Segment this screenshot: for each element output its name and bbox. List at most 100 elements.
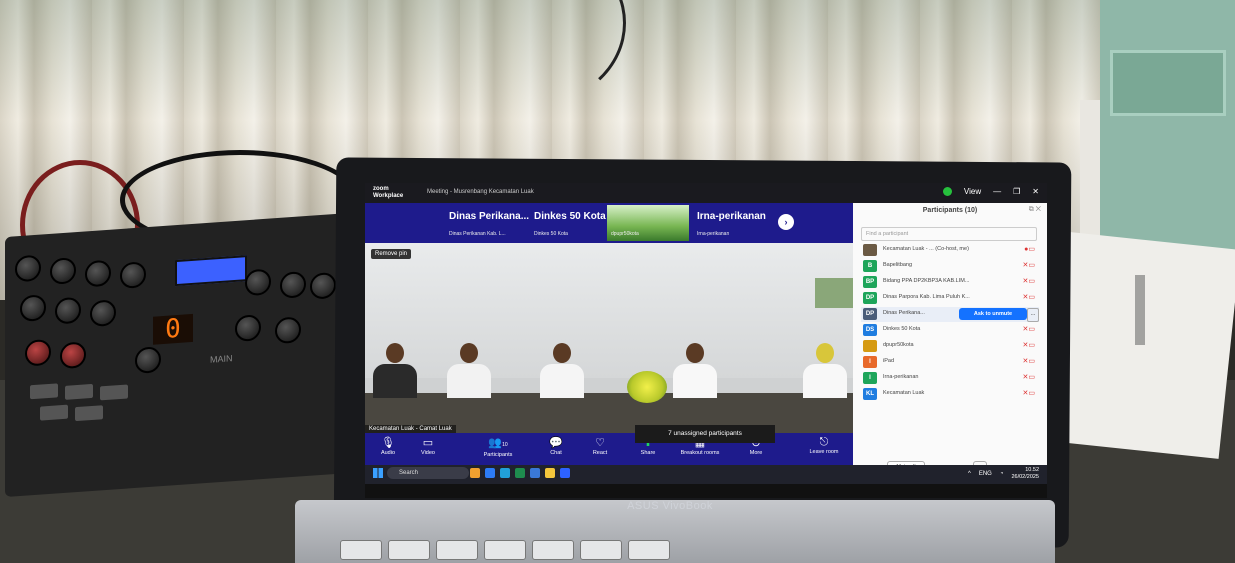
avatar: DP [863,308,877,320]
mic-muted-icon: ✕▭ [1022,262,1035,269]
app-icon[interactable] [515,468,525,478]
app-icon[interactable] [500,468,510,478]
person-body [447,364,491,398]
mic-muted-icon: ✕▭ [1022,294,1035,301]
video-tile[interactable]: dpupr50kota [607,205,689,241]
ask-to-unmute-button[interactable]: Ask to unmute [959,308,1027,320]
mixer-knob [25,338,51,367]
participant-row[interactable]: Kecamatan Luak - ... (Co-host, me) ●▭ [861,243,1039,258]
shield-icon[interactable] [942,187,952,196]
participant-name: Bidang PPA DP2KBP3A KAB.LIM... [883,278,970,284]
person-body [540,364,584,398]
mixer-knob [120,261,146,290]
titlebar-controls: View — ❐ ✕ [942,187,1039,196]
tile-subname: Dinkes 50 Kota [534,231,568,237]
participant-row[interactable]: I Irna-perikanan ✕▭ [861,371,1039,386]
avatar: KL [863,388,877,400]
mixer-knob [245,268,271,297]
speaker-name-tag: Kecamatan Luak - Camat Luak [365,425,456,433]
zoom-app-icon[interactable] [560,468,570,478]
app-icon[interactable] [470,468,480,478]
room-wall [365,243,853,378]
windows-start-icon[interactable] [373,468,383,478]
key [388,540,430,560]
close-icon[interactable]: ✕ [1032,187,1039,196]
participant-name: dpupr50kota [883,342,914,348]
chat-button[interactable]: 💬 Chat [533,436,579,456]
video-tile[interactable]: Irna-perikanan Irna-perikanan [693,205,773,241]
restore-icon[interactable]: ❐ [1013,187,1020,196]
participant-row[interactable]: dpupr50kota ✕▭ [861,339,1039,354]
remove-pin-button[interactable]: Remove pin [371,249,412,259]
view-button[interactable]: View [964,187,981,196]
mixer-knob [90,299,116,328]
control-label: Breakout rooms [680,450,720,456]
mixer-button [30,383,58,400]
participant-row[interactable]: DS Dinkes 50 Kota ✕▭ [861,323,1039,338]
participant-name: Bapelitbang [883,262,913,268]
chevron-right-icon[interactable]: › [778,214,794,230]
lang-indicator[interactable]: ENG [979,471,992,477]
control-label: Leave room [809,449,839,455]
chevron-up-icon[interactable]: ^ [968,471,971,477]
unassigned-participants-banner[interactable]: 7 unassigned participants [635,425,775,443]
participant-row[interactable]: IiPad ✕▭ [861,355,1039,370]
leave-icon: ⎋ [819,436,829,448]
avatar: DS [863,324,877,336]
key [580,540,622,560]
participant-name: Irna-perikanan [883,374,919,380]
video-icon: ▭ [422,437,434,449]
participant-more-button[interactable]: ... [1027,308,1039,322]
taskbar-apps [470,468,570,478]
participant-row[interactable]: BP Bidang PPA DP2KBP3A KAB.LIM... ✕▭ [861,275,1039,290]
participant-row[interactable]: DP Dinas Parpora Kab. Lima Puluh K... ✕▭ [861,291,1039,306]
person [540,343,584,398]
participant-row[interactable]: DP Dinas Perikana... Ask to unmute... [861,307,1039,322]
participants-button[interactable]: 👥10 Participants [475,436,521,458]
system-tray: ^ ENG ◔ 10.52 26/02/2025 [968,467,1039,481]
zoom-brand-line1: zoom [373,186,389,192]
avatar: BP [863,276,877,288]
mixer-button [100,384,128,401]
clock[interactable]: 10.52 26/02/2025 [1011,467,1039,481]
wifi-icon[interactable]: ◔ [1000,471,1004,477]
app-icon[interactable] [530,468,540,478]
participants-icon: 👥10 [488,437,508,449]
participant-name: Kecamatan Luak - ... (Co-host, me) [883,246,969,252]
audio-mixer: 0 MAIN [5,212,350,498]
mixer-knob [55,296,81,325]
video-button[interactable]: ▭ Video [405,436,451,456]
person [803,343,847,398]
participant-row[interactable]: KL Kecamatan Luak ✕▭ [861,387,1039,402]
mixer-knob [60,341,86,370]
mic-muted-icon: ✕▭ [1022,358,1035,365]
react-button[interactable]: ♡ React [577,436,623,456]
meeting-title: Meeting - Musrenbang Kecamatan Luak [427,189,534,195]
key [436,540,478,560]
mixer-button [40,404,68,421]
mixer-knob [135,346,161,374]
person [447,343,491,398]
folder-icon[interactable] [545,468,555,478]
zoom-brand-line2: Workplace [373,193,404,199]
avatar [863,244,877,256]
app-icon[interactable] [485,468,495,478]
popout-icon[interactable]: ⧉ ✕ [1029,206,1041,214]
video-tile[interactable]: Dinkes 50 Kota Dinkes 50 Kota [530,205,606,241]
find-participant-input[interactable]: Find a participant [861,227,1037,241]
minimize-icon[interactable]: — [993,187,1001,196]
clock-time: 10.52 [1025,467,1039,473]
person-body [373,364,417,398]
taskbar-search[interactable]: Search [387,467,469,479]
room-screen [815,278,853,308]
participant-name: Dinas Parpora Kab. Lima Puluh K... [883,294,970,300]
avatar: I [863,372,877,384]
video-tile[interactable]: Dinas Perikana... Dinas Perikanan Kab. L… [445,205,529,241]
mic-icon: ●▭ [1024,246,1035,253]
participant-name: Dinas Perikana... [883,310,925,316]
participant-row[interactable]: B Bapelitbang ✕▭ [861,259,1039,274]
avatar: B [863,260,877,272]
window-pane [1110,50,1226,116]
leave-room-button[interactable]: ⎋ Leave room [801,436,847,455]
mixer-knob [235,314,261,342]
